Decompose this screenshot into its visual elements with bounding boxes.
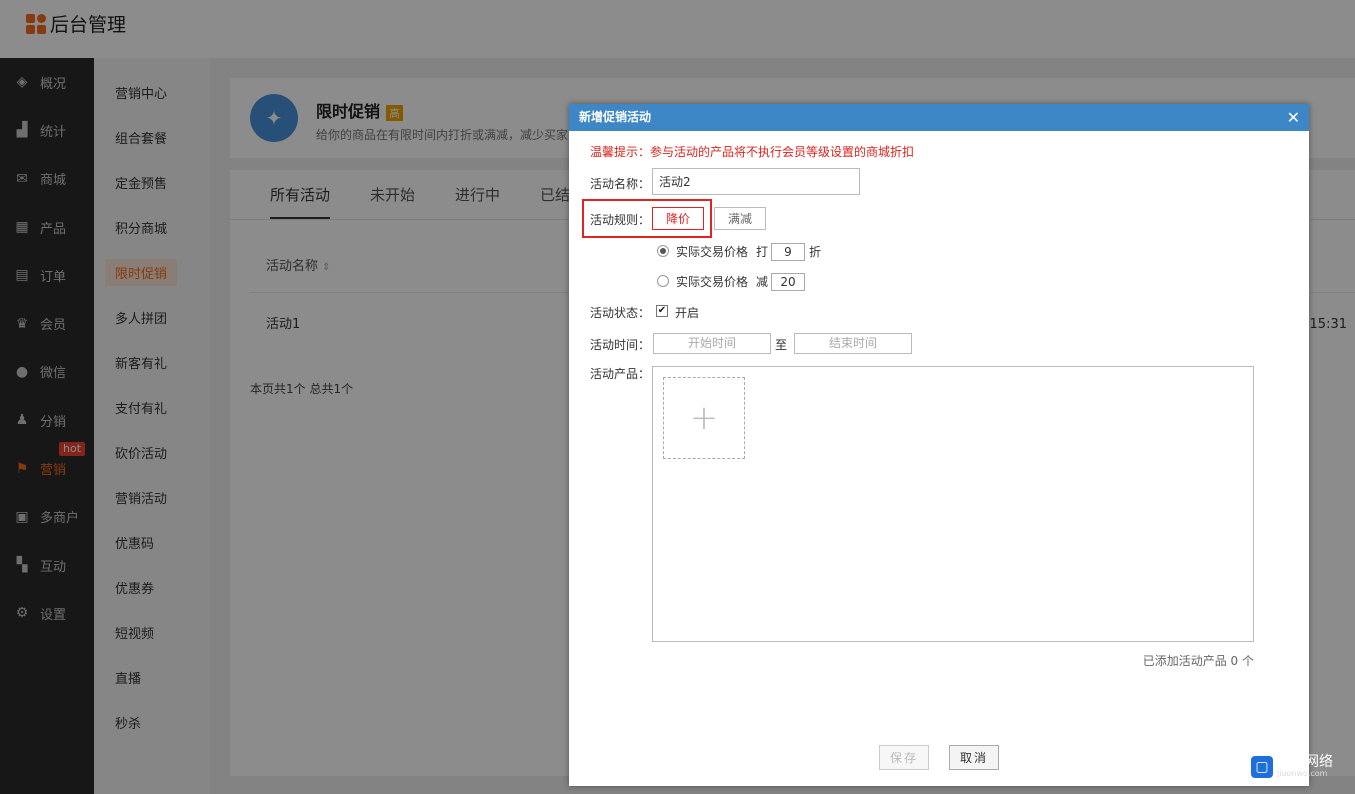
watermark-logo-icon: ▢ bbox=[1251, 755, 1273, 778]
warning-tip: 温馨提示：参与活动的产品将不执行会员等级设置的商城折扣 bbox=[590, 145, 915, 159]
rule-price-cut-button[interactable]: 降价 bbox=[652, 207, 704, 230]
watermark-text: 久安网络 bbox=[1277, 754, 1333, 770]
status-checkbox[interactable]: ✔ bbox=[656, 305, 668, 317]
save-button[interactable]: 保存 bbox=[879, 745, 929, 770]
dialog-header: 新增促销活动 ✕ bbox=[569, 104, 1309, 131]
rule-label: 活动规则： bbox=[590, 213, 651, 227]
activity-name-input[interactable] bbox=[652, 168, 860, 195]
discount-prefix: 打 bbox=[756, 245, 769, 259]
discount-radio[interactable] bbox=[657, 245, 669, 257]
status-option-label: 开启 bbox=[675, 306, 700, 320]
name-label: 活动名称： bbox=[590, 177, 651, 191]
watermark: ▢ 久安网络 jiuonwo.com bbox=[1251, 755, 1333, 778]
cancel-button[interactable]: 取消 bbox=[949, 745, 999, 770]
discount-input[interactable]: 9 bbox=[771, 243, 805, 261]
rule-full-reduction-button[interactable]: 满减 bbox=[714, 207, 766, 230]
discount-suffix: 折 bbox=[809, 245, 822, 259]
add-product-button[interactable]: + bbox=[663, 377, 745, 459]
time-separator: 至 bbox=[775, 338, 788, 352]
watermark-sub: jiuonwo.com bbox=[1277, 769, 1328, 778]
product-label: 活动产品： bbox=[590, 367, 651, 381]
new-promotion-dialog: 新增促销活动 ✕ 温馨提示：参与活动的产品将不执行会员等级设置的商城折扣 活动名… bbox=[569, 104, 1309, 786]
added-product-count: 已添加活动产品 0 个 bbox=[1142, 654, 1254, 668]
reduce-input[interactable]: 20 bbox=[771, 273, 805, 291]
status-label: 活动状态： bbox=[590, 306, 651, 320]
plus-icon: + bbox=[689, 398, 719, 438]
close-icon[interactable]: ✕ bbox=[1287, 104, 1300, 131]
dialog-title: 新增促销活动 bbox=[579, 110, 652, 124]
product-area: + bbox=[652, 366, 1254, 642]
end-time-input[interactable]: 结束时间 bbox=[794, 333, 912, 354]
reduce-radio[interactable] bbox=[657, 275, 669, 287]
time-label: 活动时间： bbox=[590, 338, 651, 352]
reduce-price-label: 实际交易价格 bbox=[676, 275, 749, 289]
start-time-input[interactable]: 开始时间 bbox=[653, 333, 771, 354]
discount-price-label: 实际交易价格 bbox=[676, 245, 749, 259]
reduce-prefix: 减 bbox=[756, 275, 769, 289]
